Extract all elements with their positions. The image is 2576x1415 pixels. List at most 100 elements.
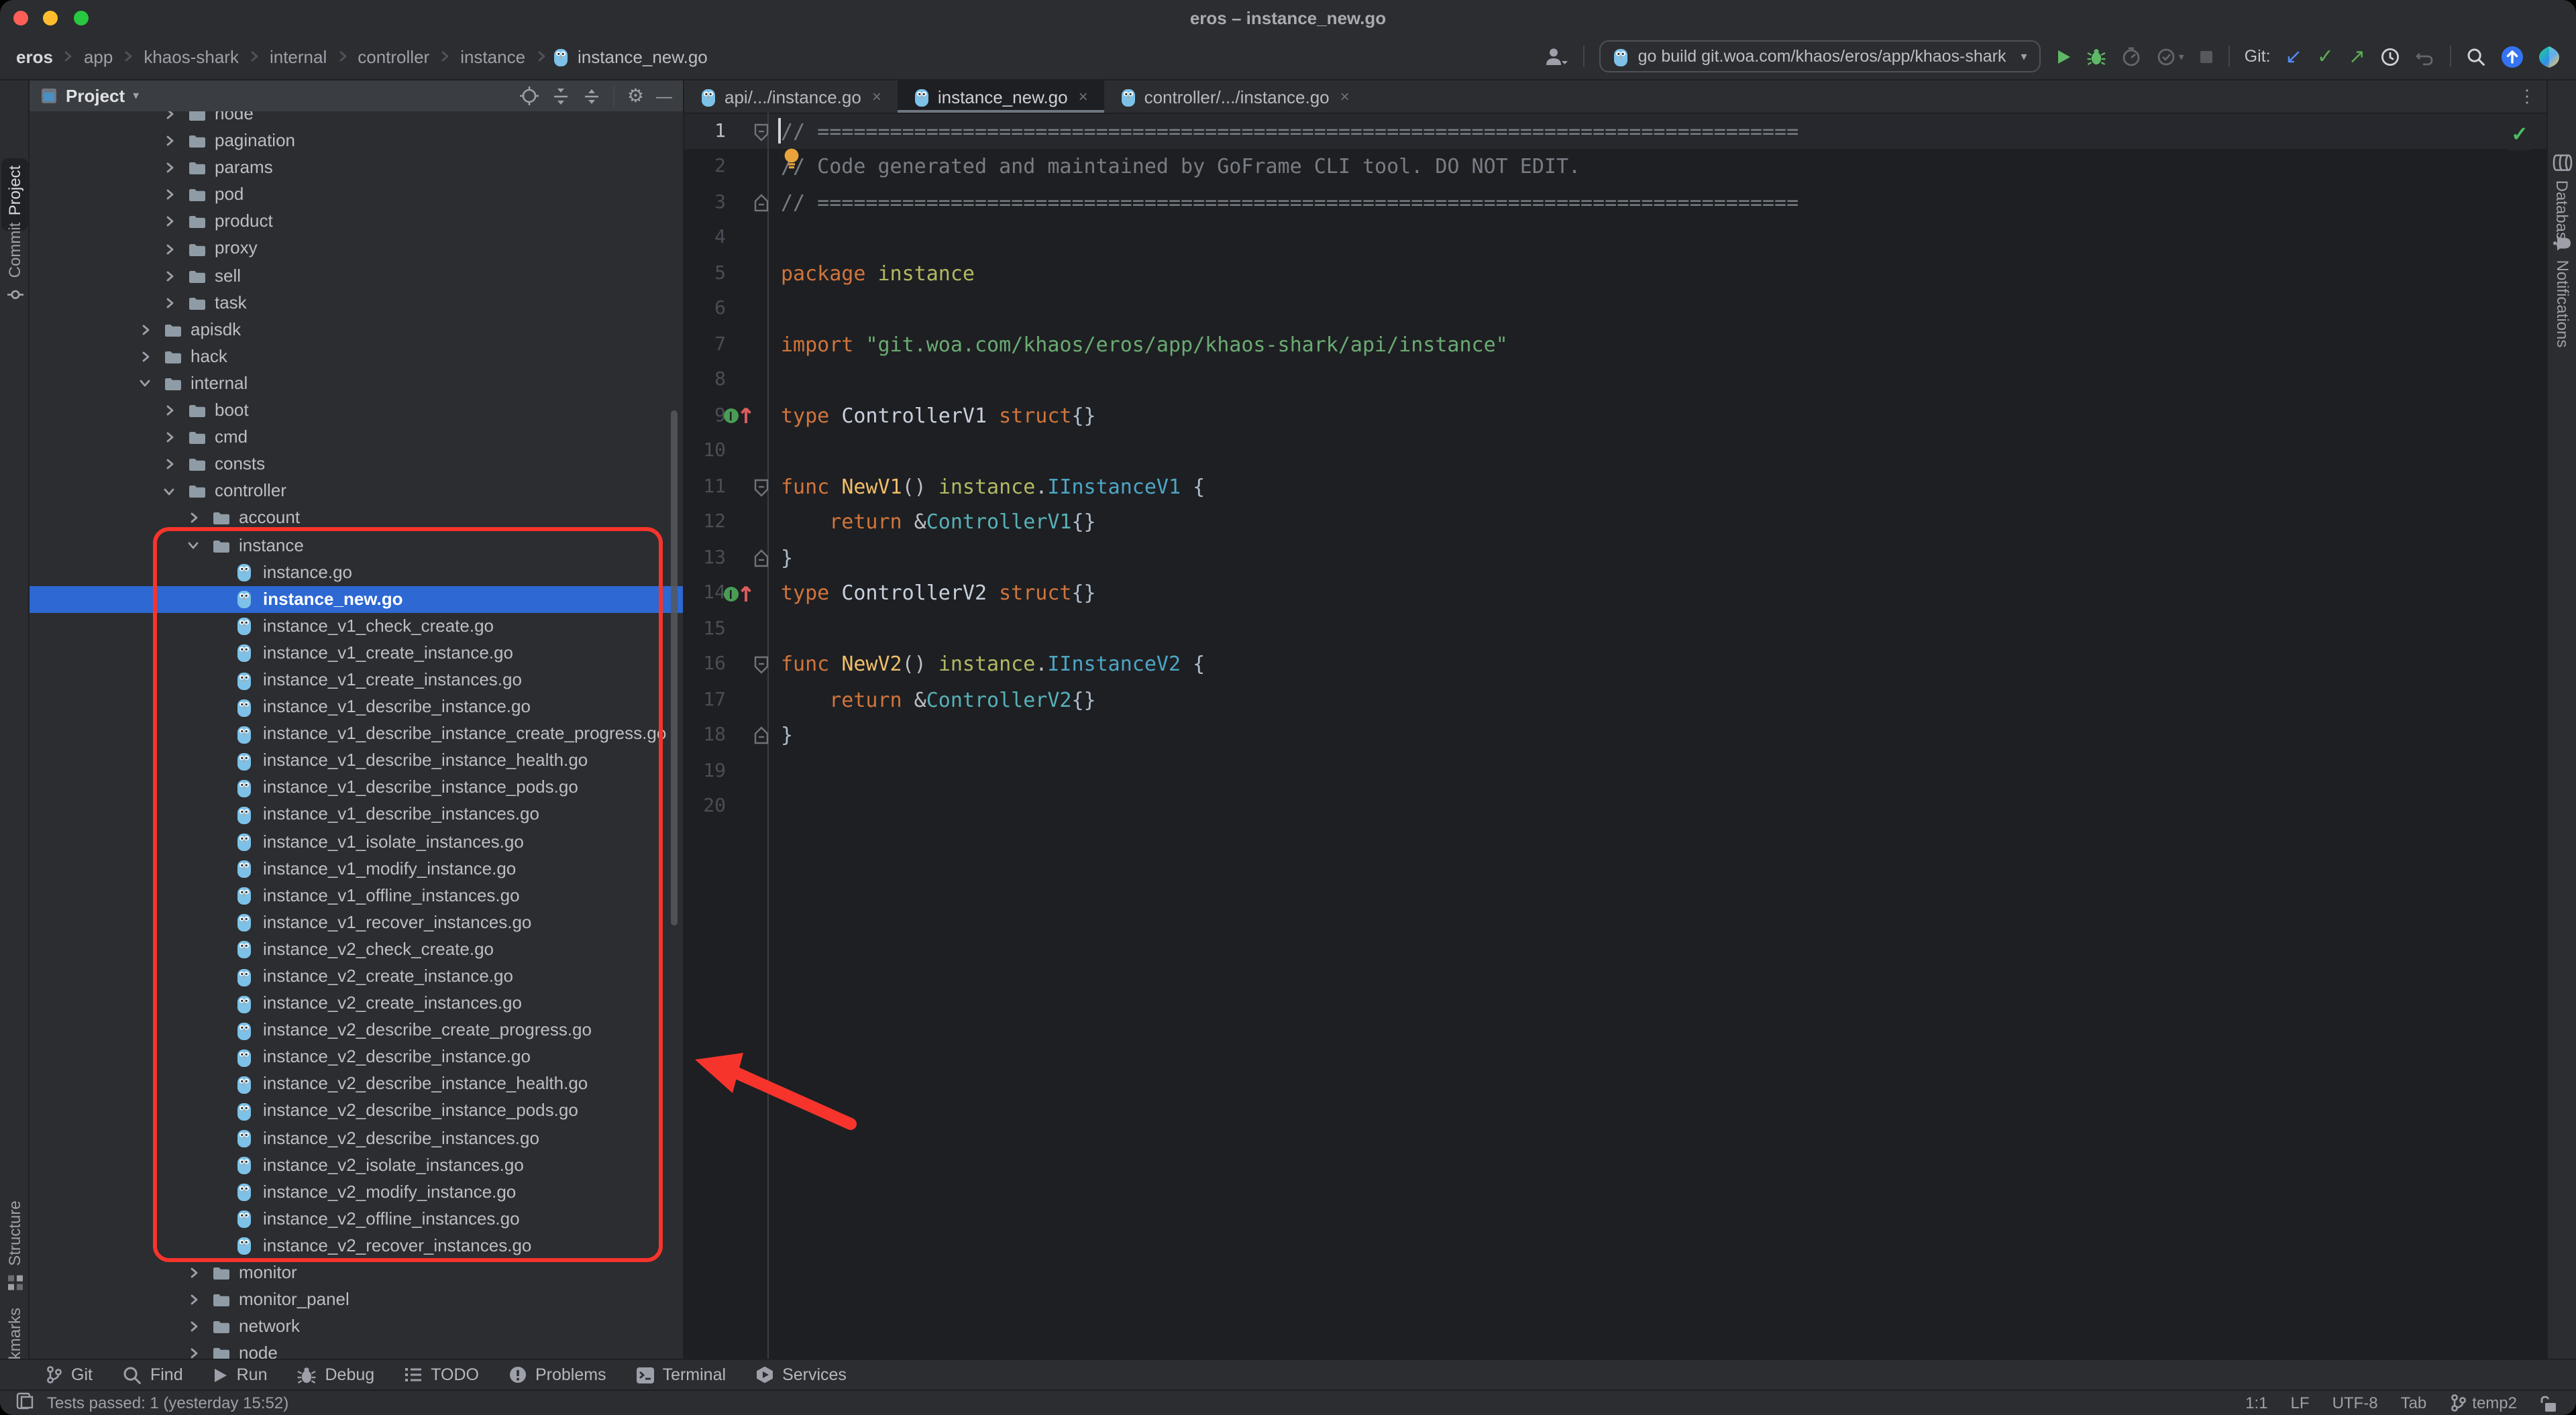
tree-file-instance_v2_offline_instances.go[interactable]: instance_v2_offline_instances.go <box>30 1206 683 1233</box>
tree-file-instance_v1_isolate_instances.go[interactable]: instance_v1_isolate_instances.go <box>30 828 683 855</box>
tree-folder-task[interactable]: task <box>30 289 683 316</box>
code-line-6[interactable]: 6 <box>684 292 2546 327</box>
status-git-branch[interactable]: temp2 <box>2449 1394 2517 1412</box>
git-update-icon[interactable]: ↙ <box>2286 46 2302 66</box>
lock-icon[interactable] <box>2540 1394 2557 1412</box>
tree-file-instance_v1_recover_instances.go[interactable]: instance_v1_recover_instances.go <box>30 909 683 936</box>
window-layout-icon[interactable] <box>16 1392 34 1414</box>
run-button-icon[interactable] <box>2055 48 2072 65</box>
toolwindow-button-git[interactable]: Git <box>46 1365 93 1384</box>
code-line-7[interactable]: 7import "git.woa.com/khaos/eros/app/khao… <box>684 327 2546 363</box>
update-available-icon[interactable] <box>2501 45 2524 68</box>
stripe-button-structure[interactable]: Structure <box>5 1200 24 1291</box>
breadcrumb-item[interactable]: instance <box>456 46 529 66</box>
code-line-15[interactable]: 15 <box>684 612 2546 647</box>
fold-region-end-icon[interactable] <box>753 718 770 754</box>
chevron-right-icon[interactable] <box>185 1293 201 1306</box>
code-line-8[interactable]: 8 <box>684 363 2546 398</box>
chevron-right-icon[interactable] <box>161 134 177 148</box>
chevron-right-icon[interactable] <box>161 242 177 256</box>
tree-file-instance_v1_describe_instances.go[interactable]: instance_v1_describe_instances.go <box>30 801 683 828</box>
gear-settings-icon[interactable]: ⚙ <box>627 84 644 107</box>
chevron-right-icon[interactable] <box>137 323 153 337</box>
tree-folder-apisdk[interactable]: apisdk <box>30 317 683 343</box>
tree-folder-cmd[interactable]: cmd <box>30 424 683 451</box>
code-line-12[interactable]: 12 return &ControllerV1{} <box>684 505 2546 541</box>
user-menu-icon[interactable] <box>1544 46 1568 66</box>
history-icon[interactable] <box>2380 46 2400 66</box>
fold-region-end-icon[interactable] <box>753 541 770 576</box>
tree-folder-consts[interactable]: consts <box>30 451 683 477</box>
tree-file-instance_v2_modify_instance.go[interactable]: instance_v2_modify_instance.go <box>30 1179 683 1206</box>
tab-options-kebab-icon[interactable]: ⋮ <box>2518 80 2536 113</box>
tree-file-instance_v1_create_instance.go[interactable]: instance_v1_create_instance.go <box>30 640 683 667</box>
chevron-right-icon[interactable] <box>185 1320 201 1334</box>
project-scrollbar-thumb[interactable] <box>671 410 678 925</box>
tree-folder-sell[interactable]: sell <box>30 262 683 289</box>
chevron-right-icon[interactable] <box>161 458 177 471</box>
tree-folder-controller[interactable]: controller <box>30 478 683 505</box>
status-line-ending[interactable]: LF <box>2291 1394 2310 1412</box>
tree-folder-internal[interactable]: internal <box>30 370 683 397</box>
code-line-16[interactable]: 16func NewV2() instance.IInstanceV2 { <box>684 647 2546 683</box>
tree-file-instance_v1_create_instances.go[interactable]: instance_v1_create_instances.go <box>30 667 683 693</box>
toolwindow-button-debug[interactable]: Debug <box>297 1365 375 1385</box>
tree-folder-account[interactable]: account <box>30 505 683 532</box>
tree-folder-pagination[interactable]: pagination <box>30 127 683 154</box>
tree-folder-network[interactable]: network <box>30 1313 683 1340</box>
code-line-9[interactable]: 9type ControllerV1 struct{} <box>684 398 2546 434</box>
tree-folder-monitor[interactable]: monitor <box>30 1259 683 1286</box>
tree-file-instance_v1_modify_instance.go[interactable]: instance_v1_modify_instance.go <box>30 855 683 882</box>
tree-file-instance_v2_describe_instance_health.go[interactable]: instance_v2_describe_instance_health.go <box>30 1071 683 1098</box>
tree-file-instance_v2_isolate_instances.go[interactable]: instance_v2_isolate_instances.go <box>30 1151 683 1178</box>
stop-button-icon[interactable] <box>2199 49 2214 64</box>
tree-file-instance_v1_offline_instances.go[interactable]: instance_v1_offline_instances.go <box>30 882 683 909</box>
breadcrumb-item[interactable]: internal <box>266 46 331 66</box>
implemented-marker-icon[interactable]: I <box>722 398 754 434</box>
toolwindow-button-terminal[interactable]: Terminal <box>636 1365 727 1384</box>
code-line-5[interactable]: 5package instance <box>684 256 2546 292</box>
toolwindow-button-services[interactable]: Services <box>755 1365 847 1384</box>
chevron-down-icon[interactable] <box>185 539 201 551</box>
tree-file-instance_v2_describe_instances.go[interactable]: instance_v2_describe_instances.go <box>30 1125 683 1151</box>
breadcrumb-item[interactable]: eros <box>12 46 57 66</box>
code-line-10[interactable]: 10 <box>684 434 2546 469</box>
code-line-18[interactable]: 18} <box>684 718 2546 754</box>
code-line-14[interactable]: 14type ControllerV2 struct{} <box>684 576 2546 612</box>
status-caret-position[interactable]: 1:1 <box>2245 1394 2267 1412</box>
tree-folder-instance[interactable]: instance <box>30 532 683 559</box>
git-push-icon[interactable]: ↗ <box>2349 46 2365 66</box>
tree-folder-proxy[interactable]: proxy <box>30 235 683 262</box>
tree-file-instance_v2_check_create.go[interactable]: instance_v2_check_create.go <box>30 936 683 963</box>
breadcrumb-item[interactable]: instance_new.go <box>574 46 712 66</box>
chevron-right-icon[interactable] <box>161 296 177 309</box>
toolwindow-button-todo[interactable]: TODO <box>404 1365 479 1384</box>
tree-folder-boot[interactable]: boot <box>30 397 683 424</box>
code-line-13[interactable]: 13} <box>684 541 2546 576</box>
rollback-icon[interactable] <box>2415 47 2435 66</box>
code-line-2[interactable]: 2// Code generated and maintained by GoF… <box>684 150 2546 185</box>
stripe-button-notifications[interactable]: Notifications <box>2553 235 2572 348</box>
chevron-right-icon[interactable] <box>185 1347 201 1359</box>
fold-region-start-icon[interactable] <box>753 469 770 505</box>
locate-file-button[interactable] <box>520 86 540 106</box>
tree-file-instance_v1_check_create.go[interactable]: instance_v1_check_create.go <box>30 613 683 640</box>
close-icon[interactable]: × <box>1079 87 1088 106</box>
toolwindow-button-find[interactable]: Find <box>122 1365 183 1385</box>
tree-file-instance_v1_describe_instance.go[interactable]: instance_v1_describe_instance.go <box>30 693 683 720</box>
collapse-all-button[interactable] <box>583 87 602 105</box>
tree-folder-params[interactable]: params <box>30 154 683 181</box>
code-line-11[interactable]: 11func NewV1() instance.IInstanceV1 { <box>684 469 2546 505</box>
chevron-right-icon[interactable] <box>161 188 177 202</box>
chevron-right-icon[interactable] <box>161 111 177 121</box>
chevron-right-icon[interactable] <box>161 404 177 417</box>
chevron-down-icon[interactable] <box>161 486 177 498</box>
tree-file-instance_v2_create_instances.go[interactable]: instance_v2_create_instances.go <box>30 990 683 1017</box>
tree-file-instance_v1_describe_instance_health.go[interactable]: instance_v1_describe_instance_health.go <box>30 748 683 775</box>
expand-all-button[interactable] <box>552 87 571 105</box>
stripe-button-project[interactable]: Project <box>5 166 24 224</box>
tree-folder-monitor_panel[interactable]: monitor_panel <box>30 1286 683 1313</box>
chevron-right-icon[interactable] <box>161 161 177 174</box>
close-icon[interactable]: × <box>872 87 881 106</box>
tree-folder-node[interactable]: node <box>30 1341 683 1359</box>
